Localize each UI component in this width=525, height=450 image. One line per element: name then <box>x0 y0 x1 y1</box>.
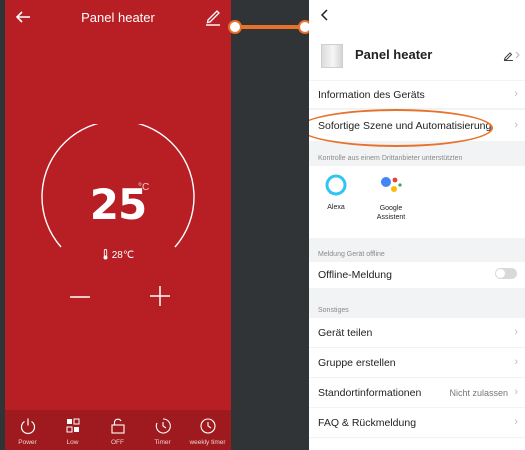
row-faq-feedback[interactable]: FAQ & Rückmeldung › <box>309 408 525 437</box>
row-device-info[interactable]: Information des Geräts › <box>309 81 525 108</box>
tab-lock[interactable]: OFF <box>95 410 140 450</box>
toggle-knob <box>496 269 505 278</box>
connector-dot-left <box>228 20 242 34</box>
chevron-right-icon: › <box>514 326 518 338</box>
header: Panel heater <box>5 0 231 38</box>
timer-icon <box>155 418 171 434</box>
alexa-label: Alexa <box>327 204 345 211</box>
row-faq-feedback-label: FAQ & Rückmeldung <box>318 417 417 429</box>
power-icon <box>20 418 35 435</box>
row-share-device[interactable]: Gerät teilen › <box>309 318 525 347</box>
room-temperature: 28℃ <box>5 249 231 261</box>
chevron-right-icon: › <box>514 386 518 398</box>
edit-name-icon[interactable] <box>503 49 521 61</box>
minus-icon[interactable] <box>68 286 92 308</box>
plus-icon[interactable] <box>148 284 172 308</box>
tab-weekly-timer[interactable]: weekly timer <box>185 410 230 450</box>
chevron-right-icon: › <box>514 119 518 131</box>
weekly-timer-icon <box>199 418 216 434</box>
row-location-info-label: Standortinformationen <box>318 387 422 399</box>
lock-icon <box>110 418 125 434</box>
row-offline-notification: Offline-Meldung <box>309 262 525 288</box>
tab-mode-label: Low <box>66 439 79 446</box>
tab-power[interactable]: Power <box>5 410 50 450</box>
offline-section-header: Meldung Gerät offline <box>318 251 385 258</box>
row-create-group[interactable]: Gruppe erstellen › <box>309 348 525 377</box>
tab-mode[interactable]: Low <box>50 410 95 450</box>
set-temperature: 25 °C <box>5 180 231 229</box>
tab-weekly-timer-label: weekly timer <box>189 439 226 446</box>
row-share-device-label: Gerät teilen <box>318 327 373 339</box>
heater-control-screen: Panel heater 25 °C 28℃ Power Low OFF Tim… <box>5 0 231 450</box>
row-partial-next[interactable] <box>309 438 525 450</box>
voice-assistants-card: Alexa Google Assistent <box>309 166 525 238</box>
other-section-header: Sonstiges <box>318 307 349 314</box>
row-location-info[interactable]: Standortinformationen Nicht zulassen › <box>309 378 525 407</box>
settings-header: Panel heater <box>309 0 525 80</box>
alexa-icon <box>325 174 347 196</box>
mode-icon <box>66 418 79 433</box>
google-assistant-service[interactable]: Google Assistent <box>365 174 417 222</box>
thermometer-icon <box>103 249 108 260</box>
google-assistant-label: Google Assistent <box>376 205 406 221</box>
offline-toggle[interactable] <box>495 268 517 279</box>
connector-line <box>232 25 306 29</box>
device-name: Panel heater <box>355 47 433 62</box>
highlight-oval <box>309 109 493 147</box>
tab-lock-label: OFF <box>111 439 124 446</box>
chevron-right-icon: › <box>514 416 518 428</box>
device-title: Panel heater <box>81 10 155 25</box>
tab-power-label: Power <box>18 439 37 446</box>
set-temperature-unit: °C <box>138 182 150 193</box>
tab-timer[interactable]: Timer <box>140 410 185 450</box>
device-settings-screen: Panel heater Information des Geräts › So… <box>309 0 525 450</box>
alexa-service[interactable]: Alexa <box>311 174 361 211</box>
row-offline-label: Offline-Meldung <box>318 269 392 281</box>
room-temperature-value: 28℃ <box>111 250 135 261</box>
row-create-group-label: Gruppe erstellen <box>318 357 396 369</box>
tab-timer-label: Timer <box>154 439 171 446</box>
edit-pencil-icon[interactable] <box>205 8 221 26</box>
third-party-section-header: Kontrolle aus einem Drittanbieter unters… <box>318 155 463 162</box>
back-chevron-icon[interactable] <box>319 8 331 22</box>
google-assistant-icon <box>381 177 402 192</box>
row-device-info-label: Information des Geräts <box>318 89 425 101</box>
chevron-right-icon: › <box>514 356 518 368</box>
bottom-tab-bar: Power Low OFF Timer weekly timer <box>5 410 231 450</box>
device-thumbnail <box>321 44 343 68</box>
chevron-right-icon: › <box>514 88 518 100</box>
row-location-info-value: Nicht zulassen <box>449 388 508 398</box>
